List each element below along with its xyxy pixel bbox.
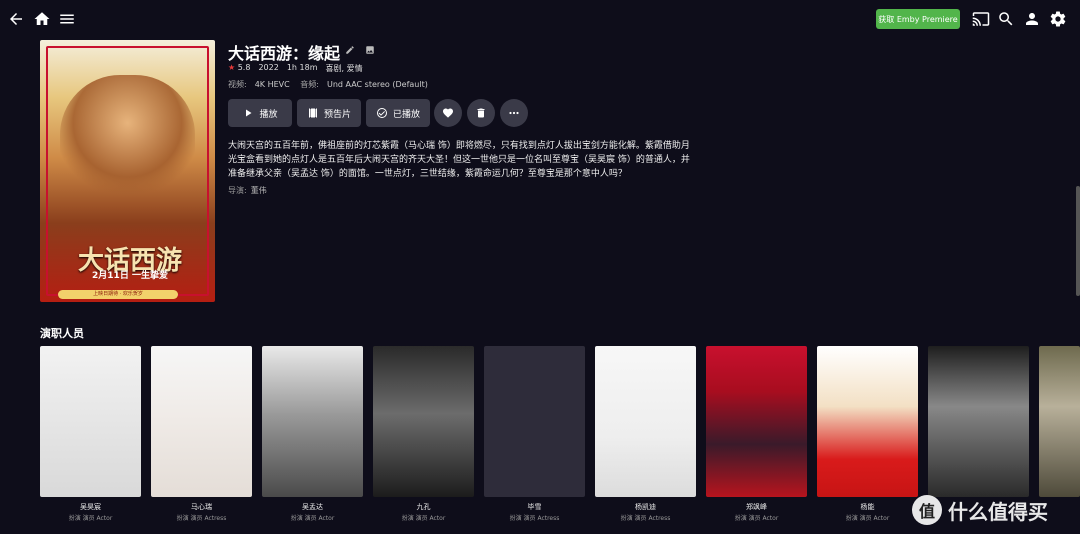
played-button[interactable]: 已播放: [366, 99, 430, 127]
cast-role: 扮演 演员 Actor: [290, 515, 335, 522]
film-icon: [308, 108, 317, 118]
cast-name: 杨能: [860, 503, 875, 511]
poster-date-text: 2月11日 一生挚爱: [92, 271, 168, 281]
cast-card[interactable]: [1039, 346, 1080, 497]
cast-name: 毕雪: [527, 503, 542, 511]
cast-name: 吴昊宸: [80, 503, 101, 511]
trailer-button[interactable]: 预告片: [297, 99, 361, 127]
top-bar: 获取 Emby Premiere: [0, 0, 1080, 38]
back-arrow-icon[interactable]: [7, 10, 25, 28]
cast-photo: [373, 346, 474, 497]
check-circle-icon: [376, 108, 387, 118]
runtime: 1h 18m: [286, 63, 318, 72]
video-label: 视频:: [228, 80, 247, 89]
settings-gear-icon[interactable]: [1049, 10, 1067, 28]
edit-pencil-icon[interactable]: [345, 45, 355, 55]
cast-role: 扮演 演员 Actress: [620, 515, 671, 522]
cast-photo: [595, 346, 696, 497]
more-button[interactable]: [500, 99, 528, 127]
trash-icon: [477, 108, 485, 118]
favorite-button[interactable]: [434, 99, 462, 127]
director-name[interactable]: 董伟: [251, 186, 267, 195]
home-icon[interactable]: [33, 10, 51, 28]
cast-card[interactable]: 九孔 扮演 演员 Actor: [373, 346, 474, 522]
menu-icon[interactable]: [58, 10, 76, 28]
overview-text: 大闹天宫的五百年前，佛祖座前的灯芯紫霞（马心瑞 饰）即将燃尽，只有找到点灯人拔出…: [228, 141, 690, 179]
watermark-text: 什么值得买: [948, 499, 1048, 524]
cast-card[interactable]: 毕雪 扮演 演员 Actress: [484, 346, 585, 522]
cast-role: 扮演 演员 Actor: [401, 515, 446, 522]
played-label: 已播放: [392, 109, 420, 120]
cast-name: 吴孟达: [302, 503, 323, 511]
cast-photo: [817, 346, 918, 497]
cast-role: 扮演 演员 Actor: [734, 515, 779, 522]
cast-card[interactable]: 吴孟达 扮演 演员 Actor: [262, 346, 363, 522]
trailer-label: 预告片: [323, 109, 351, 120]
cast-section-title: 演职人员: [40, 327, 84, 340]
cast-photo: [40, 346, 141, 497]
title-actions: [345, 45, 375, 55]
cast-role: 扮演 演员 Actress: [509, 515, 560, 522]
cast-role: 扮演 演员 Actress: [176, 515, 227, 522]
play-icon: [246, 109, 252, 117]
play-button[interactable]: 播放: [228, 99, 292, 127]
cast-photo: [706, 346, 807, 497]
more-dots-icon: [509, 111, 519, 115]
cast-card[interactable]: 吴昊宸 扮演 演员 Actor: [40, 346, 141, 522]
cast-role: 扮演 演员 Actor: [68, 515, 113, 522]
movie-meta-row: ★ 5.8 2022 1h 18m 喜剧, 爱情: [228, 63, 363, 74]
cast-photo: [151, 346, 252, 497]
cast-role: 扮演 演员 Actor: [845, 515, 890, 522]
star-icon: ★: [228, 63, 236, 72]
audio-value[interactable]: Und AAC stereo (Default): [327, 80, 428, 89]
audio-label: 音频:: [300, 80, 319, 89]
user-icon[interactable]: [1023, 10, 1041, 28]
cast-photo: [928, 346, 1029, 497]
cast-photo: [262, 346, 363, 497]
cast-name: 马心瑞: [191, 503, 212, 511]
heart-icon: [443, 108, 453, 118]
rating: ★ 5.8: [228, 63, 250, 74]
cast-card[interactable]: 杨能 扮演 演员 Actor: [817, 346, 918, 522]
site-watermark: 值 什么值得买: [912, 490, 1080, 530]
poster-bar-text: 上映日期待 · 欢乐贺岁: [58, 290, 178, 299]
poster-characters-art: [60, 75, 195, 195]
director-row: 导演: 董伟: [228, 185, 267, 196]
genres: 喜剧, 爱情: [325, 64, 363, 73]
page-scrollbar[interactable]: [1076, 186, 1080, 296]
rating-value: 5.8: [237, 63, 251, 72]
movie-poster[interactable]: 大话西游 2月11日 一生挚爱 上映日期待 · 欢乐贺岁: [40, 40, 215, 302]
cast-card[interactable]: 马心瑞 扮演 演员 Actress: [151, 346, 252, 522]
cast-card[interactable]: [928, 346, 1029, 513]
edit-images-icon[interactable]: [365, 45, 375, 55]
director-label: 导演:: [228, 186, 247, 195]
cast-card[interactable]: 杨凯迪 扮演 演员 Actress: [595, 346, 696, 522]
media-info: 视频: 4K HEVC 音频: Und AAC stereo (Default): [228, 79, 436, 90]
delete-button[interactable]: [467, 99, 495, 127]
video-value[interactable]: 4K HEVC: [255, 80, 290, 89]
cast-name: 郑飒峰: [746, 503, 767, 511]
cast-name: 九孔: [416, 503, 431, 511]
get-premiere-button[interactable]: 获取 Emby Premiere: [876, 9, 960, 29]
cast-photo-placeholder: [484, 346, 585, 497]
cast-photo: [1039, 346, 1080, 497]
cast-card[interactable]: 郑飒峰 扮演 演员 Actor: [706, 346, 807, 522]
watermark-badge: 值: [912, 495, 942, 525]
search-icon[interactable]: [997, 10, 1015, 28]
cast-icon[interactable]: [972, 10, 990, 28]
movie-title: 大话西游：缘起: [228, 44, 341, 63]
year: 2022: [258, 63, 279, 72]
play-label: 播放: [259, 109, 278, 120]
cast-name: 杨凯迪: [635, 503, 656, 511]
